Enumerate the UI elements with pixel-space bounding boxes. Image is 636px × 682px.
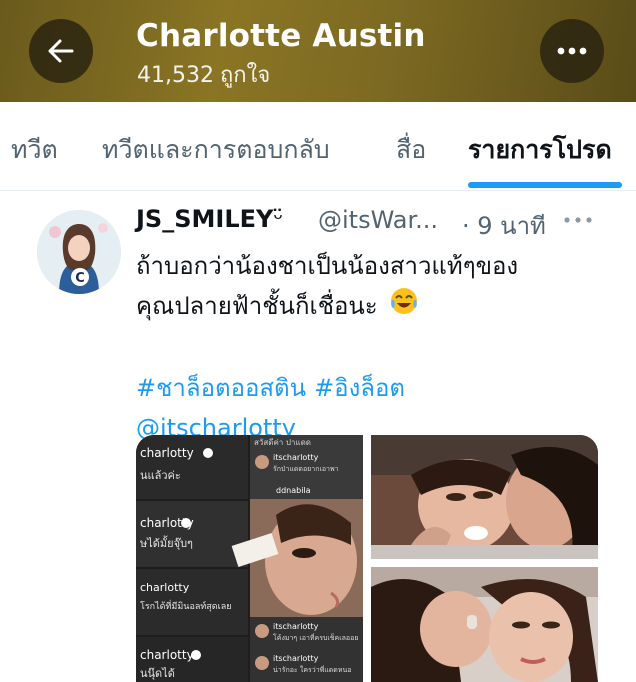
tweet-more-button[interactable] bbox=[560, 207, 596, 233]
tweet-body: ถ้าบอกว่าน้องชาเป็นน้องสาวแท้ๆของ คุณปลา… bbox=[136, 246, 606, 448]
tab-likes[interactable]: รายการโปรด bbox=[468, 130, 612, 170]
hashtag-link[interactable]: #อิงล็อต bbox=[314, 374, 405, 402]
media-caption: itscharlotty bbox=[273, 622, 319, 631]
media-image-1[interactable]: charlotty นแล้วค่ะ charlotty ษได้มั้ยจุ๊… bbox=[136, 435, 363, 682]
tweet-text-line: คุณปลายฟ้าชั้นก็เชื่อนะ bbox=[136, 286, 606, 328]
tweet-text-line: ถ้าบอกว่าน้องชาเป็นน้องสาวแท้ๆของ bbox=[136, 252, 519, 280]
likes-count: 41,532 ถูกใจ bbox=[137, 57, 276, 92]
tab-media[interactable]: สื่อ bbox=[396, 130, 426, 170]
active-tab-indicator bbox=[468, 182, 622, 188]
tab-tweets-replies[interactable]: ทวีตและการตอบกลับ bbox=[102, 130, 330, 170]
more-options-button[interactable] bbox=[540, 19, 604, 83]
tweet-item[interactable]: C JS_SMILEYᵕ̈ @itsWar... · 9 นาที ถ้าบอก… bbox=[0, 191, 636, 682]
hashtag-link[interactable]: #ชาล็อตออสติน bbox=[136, 374, 306, 402]
likes-label: ถูกใจ bbox=[219, 63, 271, 88]
more-dots-icon bbox=[557, 47, 587, 55]
media-caption: รักป่าแดดอยากเอาพา bbox=[273, 465, 339, 473]
profile-tabs: ทวีต ทวีตและการตอบกลับ สื่อ รายการโปรด bbox=[0, 102, 636, 191]
media-caption: โค้งมาๆ เอาที่ครบเช็คเลออย bbox=[273, 633, 358, 642]
media-image-3[interactable] bbox=[371, 567, 598, 682]
tweet-timestamp[interactable]: · 9 นาที bbox=[462, 206, 546, 245]
media-caption: itscharlotty bbox=[273, 453, 319, 462]
media-caption: ddnabila bbox=[276, 486, 311, 495]
svg-text:C: C bbox=[75, 271, 85, 286]
back-button[interactable] bbox=[29, 19, 93, 83]
media-caption: charlotty bbox=[140, 581, 190, 594]
profile-name: Charlotte Austin bbox=[136, 18, 426, 54]
author-display-name: JS_SMILEY bbox=[136, 205, 274, 233]
media-caption: นแล้วค่ะ bbox=[140, 469, 181, 482]
media-caption: น่ารักอะ ใครว่าพี่แดดหนอ bbox=[273, 665, 351, 674]
tweet-author-handle[interactable]: @itsWar... bbox=[318, 206, 438, 234]
arrow-left-icon bbox=[48, 39, 74, 63]
tweet-author-name[interactable]: JS_SMILEYᵕ̈ bbox=[136, 205, 283, 233]
laughing-tears-emoji-icon bbox=[389, 286, 419, 328]
media-caption: itscharlotty bbox=[273, 654, 319, 663]
more-dots-icon bbox=[564, 217, 592, 223]
media-caption: charlotty bbox=[140, 446, 194, 460]
profile-header: Charlotte Austin 41,532 ถูกใจ bbox=[0, 0, 636, 102]
media-caption: charlotty bbox=[140, 648, 194, 662]
author-name-emoji: ᵕ̈ bbox=[273, 205, 284, 233]
tweet-text-segment: คุณปลายฟ้าชั้นก็เชื่อนะ bbox=[136, 292, 378, 320]
tweet-hashtags: #ชาล็อตออสติน #อิงล็อต bbox=[136, 368, 606, 408]
tweet-media-grid: charlotty นแล้วค่ะ charlotty ษได้มั้ยจุ๊… bbox=[136, 435, 598, 682]
media-caption: ษได้มั้ยจุ๊บๆ bbox=[140, 535, 193, 550]
media-caption: สวัสดีค่า ปาแดด bbox=[254, 438, 311, 447]
media-caption: นนุ๊ดได้ bbox=[140, 667, 175, 680]
tab-tweets[interactable]: ทวีต bbox=[11, 130, 58, 170]
avatar[interactable]: C bbox=[37, 210, 121, 294]
media-image-2[interactable] bbox=[371, 435, 598, 559]
likes-number: 41,532 bbox=[137, 63, 214, 88]
